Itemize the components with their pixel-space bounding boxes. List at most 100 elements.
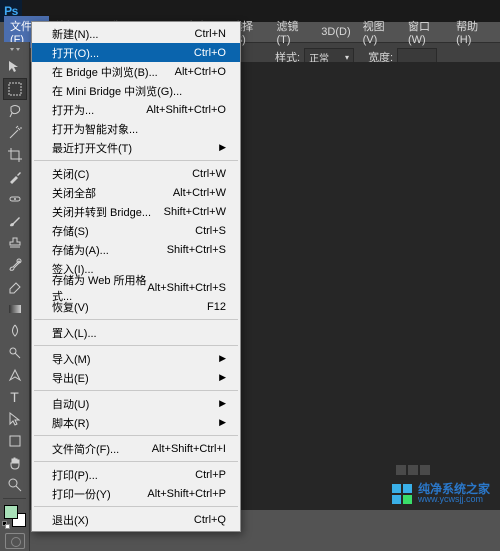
menu-item-shortcut: Alt+Shift+Ctrl+P: [147, 488, 226, 500]
menu-item-label: 打印一份(Y): [52, 486, 111, 502]
path-select-tool[interactable]: [3, 408, 27, 430]
menu-item[interactable]: 打开为智能对象...: [32, 119, 240, 138]
eraser-tool[interactable]: [3, 276, 27, 298]
menu-item-shortcut: Alt+Ctrl+O: [175, 66, 226, 78]
menu-item-shortcut: Shift+Ctrl+W: [164, 206, 226, 218]
menu-item[interactable]: 存储为(A)... Shift+Ctrl+S: [32, 240, 240, 259]
menu-item[interactable]: 置入(L)...: [32, 323, 240, 342]
menu-item-label: 在 Mini Bridge 中浏览(G)...: [52, 83, 182, 99]
menu-8[interactable]: 视图(V): [357, 16, 402, 48]
submenu-arrow-icon: ▶: [219, 398, 226, 409]
menu-item-label: 退出(X): [52, 512, 89, 528]
menu-item[interactable]: 在 Mini Bridge 中浏览(G)...: [32, 81, 240, 100]
menu-item[interactable]: 存储为 Web 所用格式...Alt+Shift+Ctrl+S: [32, 278, 240, 297]
menu-item-label: 最近打开文件(T): [52, 140, 132, 156]
eyedropper-tool[interactable]: [3, 166, 27, 188]
blur-tool[interactable]: [3, 320, 27, 342]
quick-mask-toggle[interactable]: [5, 533, 25, 549]
menu-item[interactable]: 关闭(C) Ctrl+W: [32, 164, 240, 183]
menu-item-label: 自动(U): [52, 396, 89, 412]
menu-item-label: 导出(E): [52, 370, 89, 386]
menu-10[interactable]: 帮助(H): [450, 16, 496, 48]
menu-item-shortcut: Ctrl+Q: [194, 514, 226, 526]
toolbox-divider: [3, 498, 26, 499]
brush-tool[interactable]: [3, 210, 27, 232]
menu-separator: [34, 319, 238, 320]
menu-item[interactable]: 打印一份(Y) Alt+Shift+Ctrl+P: [32, 484, 240, 503]
menu-separator: [34, 390, 238, 391]
menu-item-label: 打开为...: [52, 102, 94, 118]
menu-item-shortcut: Alt+Shift+Ctrl+I: [152, 443, 226, 455]
menu-9[interactable]: 窗口(W): [402, 16, 450, 48]
menu-item-label: 存储(S): [52, 223, 89, 239]
menu-item-label: 恢复(V): [52, 299, 89, 315]
menu-item-label: 存储为(A)...: [52, 242, 109, 258]
file-menu-dropdown: 新建(N)...Ctrl+N 打开(O)... Ctrl+O 在 Bridge 中浏览…: [31, 21, 241, 532]
move-tool[interactable]: [3, 56, 27, 78]
menu-item[interactable]: 导入(M) ▶: [32, 349, 240, 368]
submenu-arrow-icon: ▶: [219, 353, 226, 364]
submenu-arrow-icon: ▶: [219, 417, 226, 428]
menu-item-shortcut: Alt+Shift+Ctrl+S: [147, 282, 226, 294]
menu-item-shortcut: Alt+Shift+Ctrl+O: [146, 104, 226, 116]
menu-7[interactable]: 3D(D): [315, 24, 356, 40]
type-tool[interactable]: T: [3, 386, 27, 408]
menu-item[interactable]: 打开为... Alt+Shift+Ctrl+O: [32, 100, 240, 119]
wand-tool[interactable]: [3, 122, 27, 144]
menu-item-label: 打开(O)...: [52, 45, 99, 61]
menu-item[interactable]: 在 Bridge 中浏览(B)...Alt+Ctrl+O: [32, 62, 240, 81]
menu-item-label: 置入(L)...: [52, 325, 97, 341]
menu-item-label: 关闭并转到 Bridge...: [52, 204, 151, 220]
submenu-arrow-icon: ▶: [219, 142, 226, 153]
menu-item[interactable]: 存储(S)Ctrl+S: [32, 221, 240, 240]
menu-separator: [34, 461, 238, 462]
zoom-tool[interactable]: [3, 474, 27, 496]
menu-separator: [34, 160, 238, 161]
menu-item-shortcut: Ctrl+O: [194, 47, 226, 59]
gradient-tool[interactable]: [3, 298, 27, 320]
hand-tool[interactable]: [3, 452, 27, 474]
menu-item-shortcut: Ctrl+W: [192, 168, 226, 180]
menu-item-shortcut: Ctrl+P: [195, 469, 226, 481]
placeholder-icon: [396, 465, 430, 475]
menu-item[interactable]: 打印(P)... Ctrl+P: [32, 465, 240, 484]
menu-item[interactable]: 关闭全部 Alt+Ctrl+W: [32, 183, 240, 202]
watermark: 纯净系统之家 www.ycwsjj.com: [392, 483, 490, 504]
menu-item-shortcut: F12: [207, 301, 226, 313]
menu-item-label: 关闭(C): [52, 166, 89, 182]
menu-item[interactable]: 脚本(R) ▶: [32, 413, 240, 432]
menu-item-shortcut: Ctrl+N: [195, 28, 226, 40]
color-swatches[interactable]: [4, 505, 26, 527]
watermark-url: www.ycwsjj.com: [418, 495, 490, 504]
shape-tool[interactable]: [3, 430, 27, 452]
default-colors-icon[interactable]: [2, 521, 10, 529]
pen-tool[interactable]: [3, 364, 27, 386]
menu-item-label: 关闭全部: [52, 185, 96, 201]
menu-item[interactable]: 退出(X) Ctrl+Q: [32, 510, 240, 529]
menu-item[interactable]: 自动(U) ▶: [32, 394, 240, 413]
toolbox-collapse-handle[interactable]: [0, 46, 30, 56]
menu-item[interactable]: 新建(N)...Ctrl+N: [32, 24, 240, 43]
menu-6[interactable]: 滤镜(T): [271, 16, 316, 48]
menu-item-label: 文件简介(F)...: [52, 441, 119, 457]
menu-item[interactable]: 打开(O)... Ctrl+O: [32, 43, 240, 62]
menu-item[interactable]: 导出(E)▶: [32, 368, 240, 387]
lasso-tool[interactable]: [3, 100, 27, 122]
crop-tool[interactable]: [3, 144, 27, 166]
foreground-swatch[interactable]: [4, 505, 18, 519]
history-brush-tool[interactable]: [3, 254, 27, 276]
menu-item-label: 打印(P)...: [52, 467, 98, 483]
menu-item-shortcut: Alt+Ctrl+W: [173, 187, 226, 199]
menu-item[interactable]: 关闭并转到 Bridge... Shift+Ctrl+W: [32, 202, 240, 221]
menu-item[interactable]: 最近打开文件(T) ▶: [32, 138, 240, 157]
menu-item-shortcut: Shift+Ctrl+S: [167, 244, 226, 256]
healing-tool[interactable]: [3, 188, 27, 210]
menu-item[interactable]: 文件简介(F)... Alt+Shift+Ctrl+I: [32, 439, 240, 458]
menu-item-label: 导入(M): [52, 351, 91, 367]
menu-item-label: 脚本(R): [52, 415, 89, 431]
stamp-tool[interactable]: [3, 232, 27, 254]
chevron-down-icon: ▾: [345, 53, 349, 62]
marquee-tool[interactable]: [3, 78, 27, 100]
dodge-tool[interactable]: [3, 342, 27, 364]
toolbox: T: [0, 42, 30, 551]
